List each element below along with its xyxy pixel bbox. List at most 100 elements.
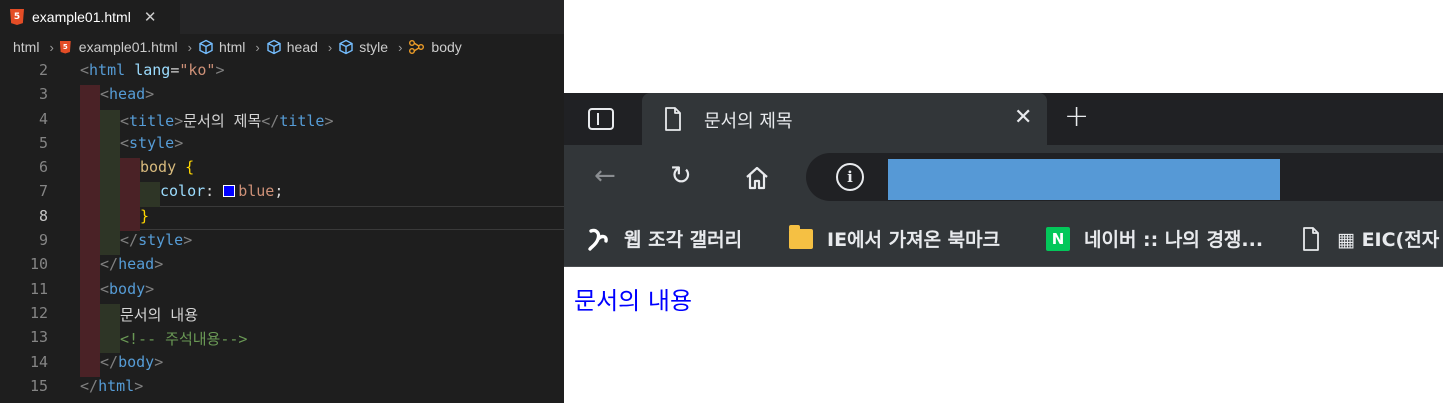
code-token: style	[138, 231, 184, 250]
close-icon[interactable]: ✕	[1014, 105, 1032, 130]
bookmark-naver[interactable]: N 네이버 :: 나의 경쟁...	[1046, 225, 1263, 252]
browser-toolbar: ← ↻ i	[564, 145, 1443, 209]
close-tab-icon[interactable]: ✕	[144, 8, 157, 26]
line-number: 13	[29, 328, 48, 347]
indent-guide	[80, 109, 100, 134]
code-text: </body>	[100, 353, 163, 371]
code-line[interactable]: 13 <!-- 주석내용-->	[0, 328, 564, 353]
indent-guide	[100, 109, 120, 134]
sidebar-toggle-icon[interactable]	[588, 108, 614, 130]
element-cube-icon	[199, 39, 213, 55]
breadcrumb-item-style[interactable]: style	[338, 39, 388, 55]
line-number: 14	[29, 352, 48, 371]
indent-guide	[120, 206, 140, 232]
line-number: 5	[38, 133, 48, 152]
line-number: 8	[38, 206, 48, 225]
code-line[interactable]: 15 </html>	[0, 377, 564, 401]
bookmark-web-slice-gallery[interactable]: 웹 조각 갤러리	[586, 225, 742, 252]
editor-tab-bar: 5 example01.html ✕	[0, 0, 564, 34]
line-number: 12	[29, 303, 48, 322]
home-icon[interactable]	[744, 165, 770, 191]
new-tab-icon[interactable]: +	[1064, 99, 1089, 134]
code-token: }	[140, 206, 150, 225]
web-slice-icon	[586, 227, 610, 251]
browser-window: 문서의 제목 ✕ + ← ↻ i 웹 조각 갤러리 IE에서 가져온 북마크 N…	[564, 93, 1443, 403]
editor-tab-example01[interactable]: 5 example01.html ✕	[0, 0, 180, 34]
code-line[interactable]: 2 <html lang="ko">	[0, 61, 564, 85]
code-text: <html lang="ko">	[80, 61, 225, 79]
indent-guide	[120, 182, 140, 207]
breadcrumb-item-html[interactable]: html	[198, 39, 245, 55]
code-line[interactable]: 5 <style>	[0, 133, 564, 159]
breadcrumb-style-label: style	[359, 39, 389, 55]
code-line[interactable]: 6 body {	[0, 158, 564, 183]
code-token: </	[100, 352, 119, 371]
code-editor: 5 example01.html ✕ html › 5 example01.htm…	[0, 0, 564, 403]
code-text: </head>	[100, 255, 163, 273]
breadcrumb-item-file[interactable]: 5 example01.html	[59, 39, 178, 55]
code-line[interactable]: 9 </style>	[0, 231, 564, 256]
code-token: <	[120, 111, 130, 130]
code-token: <	[100, 279, 110, 298]
page-content: 문서의 내용	[564, 268, 1443, 403]
code-line[interactable]: 7 color: blue;	[0, 182, 564, 207]
code-line[interactable]: 3 <head>	[0, 85, 564, 110]
css-selector-icon	[409, 40, 425, 54]
color-swatch-icon[interactable]	[223, 185, 236, 198]
info-icon[interactable]: i	[836, 163, 864, 191]
browser-tab[interactable]: 문서의 제목 ✕	[642, 93, 1047, 145]
url-redacted-highlight[interactable]	[888, 159, 1280, 200]
code-line[interactable]: 14 </body>	[0, 352, 564, 377]
code-token: >	[183, 231, 193, 250]
indent-guide	[100, 133, 120, 159]
line-number: 3	[38, 85, 48, 104]
breadcrumb-html-label: html	[218, 39, 246, 55]
code-line[interactable]: 12 문서의 내용	[0, 303, 564, 329]
indent-guide	[100, 303, 120, 329]
code-token: >	[145, 279, 155, 298]
code-text: }	[140, 207, 149, 225]
code-area[interactable]: 2 <html lang="ko"> 3 <head> 4 <title>문서의 제목</…	[0, 61, 564, 401]
breadcrumb-item-body[interactable]: body	[408, 39, 462, 55]
indent-guide	[120, 158, 140, 183]
code-line[interactable]: 11 <body>	[0, 279, 564, 304]
code-text: </html>	[80, 377, 143, 395]
code-token: lang	[134, 61, 171, 79]
back-arrow-icon[interactable]: ←	[594, 161, 616, 191]
indent-guide	[100, 182, 120, 207]
indent-guide	[80, 231, 100, 256]
element-cube-icon	[267, 39, 281, 55]
line-number: 15	[29, 376, 48, 395]
indent-guide	[80, 133, 100, 159]
bookmark-eic[interactable]: ▦ EIC(전자	[1299, 225, 1439, 252]
code-line[interactable]: 4 <title>문서의 제목</title>	[0, 109, 564, 134]
breadcrumb-item-head[interactable]: head	[266, 39, 318, 55]
bookmark-label: IE에서 가져온 북마크	[827, 229, 1001, 251]
code-line[interactable]: 10 </head>	[0, 255, 564, 280]
indent-guide	[80, 328, 100, 353]
code-token: </	[80, 376, 99, 395]
breadcrumb-item-html-root[interactable]: html	[13, 39, 39, 55]
code-text: <title>문서의 제목</title>	[120, 110, 334, 131]
html5-icon: 5	[10, 9, 24, 25]
code-text: <body>	[100, 280, 154, 298]
browser-tab-strip: 문서의 제목 ✕ +	[564, 93, 1443, 145]
code-token: <	[120, 133, 130, 152]
code-token: >	[154, 352, 164, 371]
line-number: 6	[38, 158, 48, 177]
reload-icon[interactable]: ↻	[670, 161, 692, 191]
bookmark-ie-imported[interactable]: IE에서 가져온 북마크	[789, 224, 1001, 252]
bookmark-label: 네이버 :: 나의 경쟁...	[1084, 229, 1264, 251]
document-icon	[1299, 226, 1323, 251]
indent-guide	[140, 182, 160, 207]
indent-guide	[80, 85, 100, 110]
folder-icon	[789, 224, 813, 251]
code-token: </	[120, 231, 139, 250]
page-body-text: 문서의 내용	[574, 287, 693, 315]
code-text: <head>	[100, 85, 154, 103]
code-line[interactable]: 8}	[0, 206, 564, 232]
breadcrumb: html › 5 example01.html › html › head › s…	[0, 34, 564, 60]
code-token: title	[279, 111, 325, 130]
address-bar[interactable]: i	[806, 153, 1443, 201]
indent-guide	[100, 206, 120, 232]
